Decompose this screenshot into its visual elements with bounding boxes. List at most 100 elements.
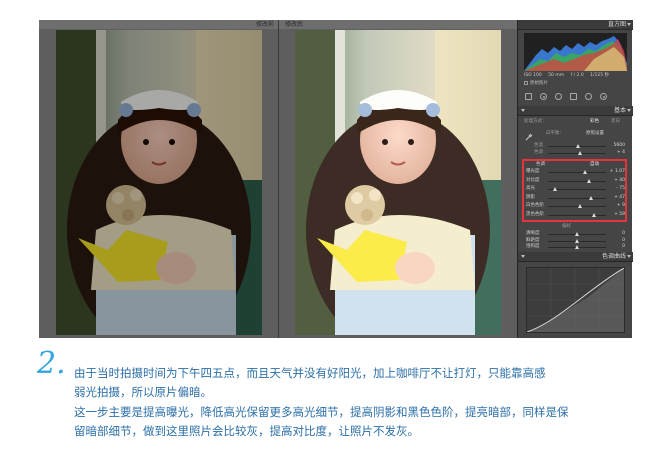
caption-line-2: 弱光拍摄，所以原片偏暗。 (74, 385, 212, 399)
histogram-title: 直方图 (607, 21, 626, 28)
treatment-bw-option[interactable]: 黑白 (611, 119, 620, 125)
collapse-arrow-icon[interactable] (627, 109, 631, 112)
tone-adjust-value[interactable]: + 40 (609, 178, 625, 184)
graduated-filter-icon[interactable] (570, 93, 577, 100)
tone-adjust-slider[interactable] (548, 213, 606, 217)
checkbox-icon[interactable] (524, 80, 528, 85)
after-label: 修改后 (285, 21, 304, 28)
tone-adjust-slider-handle[interactable] (592, 213, 596, 217)
compare-view: 修改前 修改后 (39, 20, 517, 338)
caption-line-1: 由于当时拍摄时间为下午四五点，而且天气并没有好阳光，加上咖啡厅不让打灯，只能靠高… (74, 366, 546, 380)
before-photo (56, 30, 262, 335)
tint-label: 色调 (534, 150, 543, 155)
shutter-readout: 1/125 秒 (590, 73, 610, 78)
tone-adjust-slider-handle[interactable] (587, 178, 591, 183)
treatment-label: 处理方式： (524, 119, 547, 124)
compare-divider[interactable] (278, 20, 279, 338)
exif-readout: ISO 100 50 mm f / 2.0 1/125 秒 (524, 72, 627, 80)
histogram-graph (524, 36, 627, 71)
presence-adjust-slider[interactable] (548, 245, 606, 249)
presence-adjust-slider-handle[interactable] (575, 232, 579, 236)
temp-label: 色温 (534, 143, 543, 148)
collapse-arrow-icon[interactable] (627, 23, 631, 26)
presence-adjust-value[interactable]: 0 (609, 238, 625, 244)
step-number: 2. (37, 346, 66, 381)
auto-tone-button[interactable]: 自动 (590, 162, 599, 168)
tone-adjust-slider-handle[interactable] (583, 170, 587, 174)
spot-removal-icon[interactable] (540, 93, 547, 100)
tone-curve-graph[interactable] (526, 267, 625, 333)
before-pane-header: 修改前 (39, 20, 278, 29)
tone-adjust-label: 对比度 (526, 177, 540, 183)
before-photo-image (56, 30, 262, 335)
collapse-arrow-icon[interactable] (627, 255, 631, 258)
tone-adjust-value[interactable]: + 59 (609, 212, 625, 218)
tint-slider[interactable] (548, 151, 606, 155)
temp-slider[interactable] (548, 144, 606, 148)
histogram (524, 33, 627, 71)
presence-adjust-label: 清晰度 (526, 231, 540, 236)
tone-adjust-slider[interactable] (548, 170, 606, 174)
tone-adjust-label: 黑色色阶 (526, 212, 544, 217)
tone-adjust-slider[interactable] (548, 195, 606, 200)
tint-slider-handle[interactable] (578, 151, 582, 155)
basic-header[interactable]: 基本 (518, 106, 633, 116)
aperture-readout: f / 2.0 (570, 73, 584, 78)
original-photo-label: 原始照片 (530, 81, 548, 86)
presence-label: 偏好 (562, 224, 571, 229)
tone-adjust-value[interactable]: - 75 (609, 186, 625, 192)
tone-adjust-label: 白色色阶 (526, 203, 544, 209)
tone-adjust-label: 高光 (526, 186, 535, 192)
after-photo (295, 30, 501, 335)
focal-length-readout: 50 mm (548, 73, 565, 78)
treatment-color-option[interactable]: 彩色 (590, 119, 599, 125)
white-balance-select[interactable]: 原照设置 (586, 131, 604, 137)
presence-adjust-slider-handle[interactable] (575, 238, 579, 243)
presence-adjust-value[interactable]: 0 (609, 231, 625, 237)
tone-adjust-slider-handle[interactable] (578, 204, 582, 209)
caption-line-4: 留暗部细节，做到这里照片会比较灰，提高对比度，让照片不发灰。 (74, 424, 419, 438)
original-photo-toggle[interactable]: 原始照片 (524, 80, 548, 87)
basic-title: 基本 (613, 107, 626, 114)
tone-curve-title: 色调曲线 (601, 253, 626, 260)
tone-adjust-value[interactable]: + 1.07 (609, 169, 625, 175)
temp-slider-handle[interactable] (576, 144, 580, 148)
adjustment-brush-icon[interactable] (600, 93, 607, 100)
tool-strip (522, 91, 629, 103)
tone-adjust-slider-handle[interactable] (589, 195, 593, 200)
tone-adjust-slider[interactable] (548, 178, 606, 183)
tone-adjust-slider[interactable] (548, 204, 606, 209)
presence-adjust-slider[interactable] (548, 232, 606, 236)
presence-adjust-value[interactable]: 0 (609, 244, 625, 250)
lightroom-window: 修改前 修改后 直方图 ISO 100 50 mm f / 2.0 1/125 … (39, 20, 633, 338)
eyedropper-icon[interactable] (525, 133, 533, 141)
panel-switch-icon[interactable] (521, 255, 525, 258)
presence-adjust-label: 饱和度 (526, 244, 540, 249)
presence-adjust-slider-handle[interactable] (575, 245, 579, 249)
panel-switch-icon[interactable] (521, 109, 525, 112)
tone-curve-header[interactable]: 色调曲线 (518, 252, 633, 262)
histogram-header[interactable]: 直方图 (518, 20, 633, 30)
develop-panel: 直方图 ISO 100 50 mm f / 2.0 1/125 秒 原始照片 基… (517, 20, 633, 338)
before-label: 修改前 (255, 21, 274, 28)
tone-adjust-label: 曝光度 (526, 169, 540, 174)
tone-adjust-label: 阴影 (526, 194, 535, 200)
presence-adjust-slider[interactable] (548, 238, 606, 243)
tone-adjust-value[interactable]: + 9 (609, 203, 625, 209)
tone-adjust-slider[interactable] (548, 187, 606, 192)
caption-line-3: 这一步主要是提高曝光，降低高光保留更多高光细节，提高阴影和黑色色阶，提亮暗部，同… (74, 405, 569, 419)
tone-curve-plot (527, 268, 624, 332)
after-pane-header: 修改后 (279, 20, 517, 29)
after-photo-image (295, 30, 501, 335)
tone-adjust-value[interactable]: + 47 (609, 195, 625, 201)
radial-filter-icon[interactable] (585, 93, 592, 100)
presence-adjust-label: 鲜艳度 (526, 237, 540, 243)
tint-value[interactable]: + 4 (609, 150, 625, 156)
redeye-tool-icon[interactable] (555, 93, 562, 100)
iso-readout: ISO 100 (524, 73, 542, 78)
crop-tool-icon[interactable] (525, 93, 532, 100)
temp-value[interactable]: 5600 (609, 143, 625, 149)
tone-label: 色调 (536, 162, 545, 167)
white-balance-label: 白平衡： (546, 131, 564, 136)
tone-adjust-slider-handle[interactable] (553, 187, 557, 192)
